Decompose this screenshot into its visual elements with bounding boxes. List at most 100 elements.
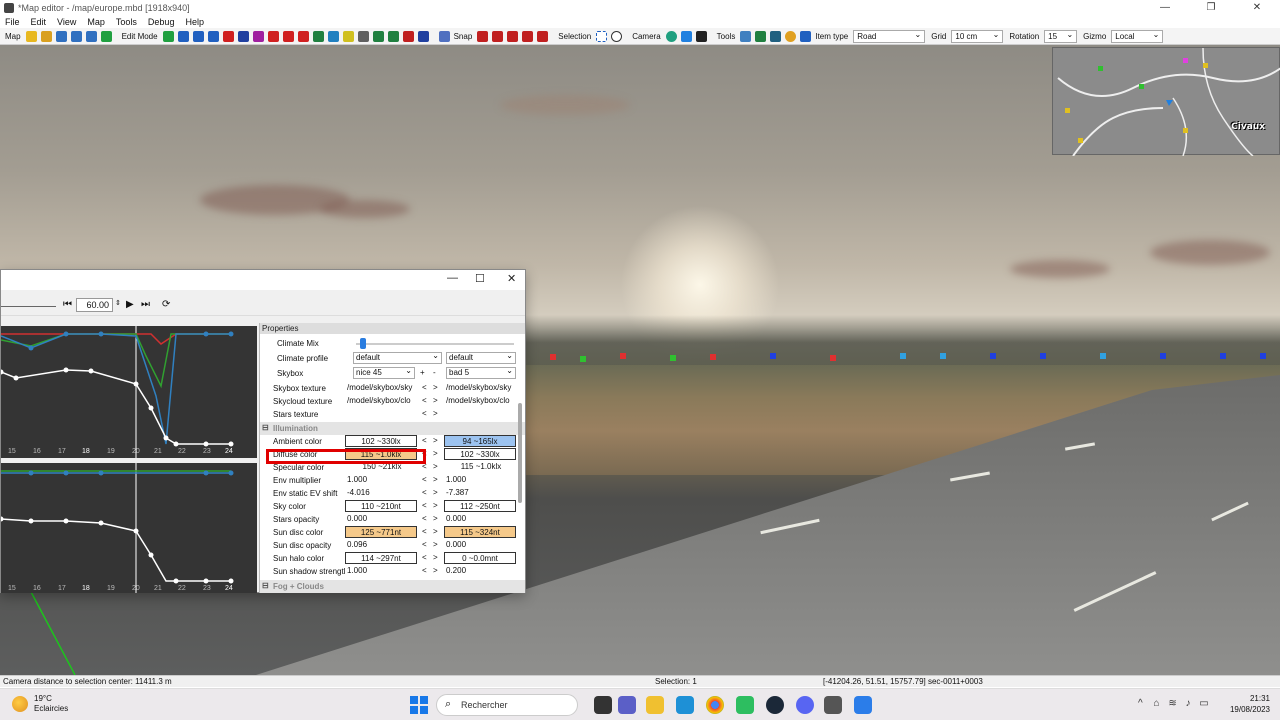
gear-icon[interactable] bbox=[770, 30, 782, 42]
map-editor-taskbar-icon[interactable] bbox=[824, 696, 842, 714]
map-marker[interactable] bbox=[770, 353, 776, 359]
bridge-icon[interactable] bbox=[387, 30, 399, 42]
snap-2-icon[interactable] bbox=[492, 30, 504, 42]
map-marker[interactable] bbox=[1160, 353, 1166, 359]
crane-icon[interactable] bbox=[417, 30, 429, 42]
sun-disc-opacity-b[interactable]: 0.000 bbox=[444, 539, 516, 551]
car-icon[interactable] bbox=[402, 30, 414, 42]
fly-icon[interactable] bbox=[680, 30, 692, 42]
panel-maximize-button[interactable]: ☐ bbox=[475, 272, 485, 285]
skybox-texture-b[interactable]: /model/skybox/sky bbox=[444, 382, 516, 394]
taskbar-search[interactable]: ⌕ Rechercher bbox=[436, 694, 578, 716]
sun-shadow-strength-a[interactable]: 1.000 bbox=[345, 565, 417, 577]
snap-5-icon[interactable] bbox=[537, 30, 549, 42]
cycle-icon[interactable] bbox=[327, 30, 339, 42]
skybox-a-select[interactable]: nice 45 bbox=[353, 366, 415, 379]
copy-left-arrow[interactable]: < bbox=[422, 501, 427, 510]
sun-disc-opacity-a[interactable]: 0.096 bbox=[345, 539, 417, 551]
orbit-icon[interactable] bbox=[665, 30, 677, 42]
play-icon[interactable] bbox=[100, 30, 112, 42]
arrow-right-icon[interactable] bbox=[177, 30, 189, 42]
sun-halo-color-a[interactable]: 114 ~297nt bbox=[345, 552, 417, 564]
illumination-section[interactable]: ⊟ Illumination bbox=[260, 422, 525, 435]
copy-left-arrow[interactable]: < bbox=[422, 488, 427, 497]
volume-icon[interactable]: ♪ bbox=[1185, 698, 1190, 709]
rotate-right-icon[interactable] bbox=[297, 30, 309, 42]
file-explorer-icon[interactable] bbox=[646, 696, 664, 714]
loop-icon[interactable]: ⟳ bbox=[162, 299, 170, 310]
climate-mix-slider-thumb[interactable] bbox=[360, 338, 366, 349]
weather-widget[interactable]: 19°C Eclaircies bbox=[12, 694, 68, 714]
copy-left-arrow[interactable]: < bbox=[422, 383, 427, 392]
menu-tools[interactable]: Tools bbox=[116, 17, 137, 27]
wifi-icon[interactable]: ≋ bbox=[1168, 698, 1176, 709]
skip-end-icon[interactable]: ⏭ bbox=[141, 299, 150, 310]
chrome-icon[interactable] bbox=[706, 696, 724, 714]
flag-icon[interactable] bbox=[267, 30, 279, 42]
map-marker[interactable] bbox=[1040, 353, 1046, 359]
curve-graph-top[interactable]: 15 16 17 18 19 20 21 22 23 24 bbox=[0, 326, 257, 458]
skybox-add-button[interactable]: + bbox=[420, 368, 425, 377]
map-marker[interactable] bbox=[1100, 353, 1106, 359]
copy-left-arrow[interactable]: < bbox=[422, 553, 427, 562]
stars-opacity-a[interactable]: 0.000 bbox=[345, 513, 417, 525]
swap-icon[interactable] bbox=[192, 30, 204, 42]
road-icon[interactable] bbox=[342, 30, 354, 42]
copy-right-arrow[interactable]: > bbox=[433, 475, 438, 484]
time-input[interactable]: 60.00 bbox=[76, 298, 113, 312]
copy-right-arrow[interactable]: > bbox=[433, 566, 438, 575]
delete-icon[interactable] bbox=[222, 30, 234, 42]
star-icon[interactable] bbox=[25, 30, 37, 42]
grid-select[interactable]: 10 cm bbox=[951, 29, 1004, 43]
copy-right-arrow[interactable]: > bbox=[433, 553, 438, 562]
map-marker[interactable] bbox=[830, 355, 836, 361]
env-static-ev-b[interactable]: -7.387 bbox=[444, 487, 516, 499]
tray-chevron-icon[interactable]: ^ bbox=[1138, 698, 1143, 709]
sign-icon[interactable] bbox=[357, 30, 369, 42]
network-icon[interactable]: ⌂ bbox=[1153, 698, 1159, 709]
rect-select-icon[interactable] bbox=[596, 30, 608, 42]
menu-edit[interactable]: Edit bbox=[31, 17, 47, 27]
copy-right-arrow[interactable]: > bbox=[433, 488, 438, 497]
teams-icon[interactable] bbox=[618, 696, 636, 714]
diffuse-color-b[interactable]: 102 ~330lx bbox=[444, 448, 516, 460]
copy-left-arrow[interactable]: < bbox=[422, 514, 427, 523]
battery-icon[interactable]: ▭ bbox=[1199, 698, 1208, 709]
copy-left-arrow[interactable]: < bbox=[422, 566, 427, 575]
climate-mix-track[interactable] bbox=[356, 343, 514, 345]
download-icon[interactable] bbox=[85, 30, 97, 42]
copy-left-arrow[interactable]: < bbox=[422, 475, 427, 484]
map-marker[interactable] bbox=[940, 353, 946, 359]
sky-color-b[interactable]: 112 ~250nt bbox=[444, 500, 516, 512]
map-marker[interactable] bbox=[620, 353, 626, 359]
env-multiplier-b[interactable]: 1.000 bbox=[444, 474, 516, 486]
sun-disc-color-b[interactable]: 115 ~324nt bbox=[444, 526, 516, 538]
sky-color-a[interactable]: 110 ~210nt bbox=[345, 500, 417, 512]
task-view-icon[interactable] bbox=[594, 696, 612, 714]
menu-file[interactable]: File bbox=[5, 17, 20, 27]
maximize-button[interactable]: ❐ bbox=[1188, 0, 1234, 15]
skycloud-texture-a[interactable]: /model/skybox/clo bbox=[345, 395, 417, 407]
collapse-icon[interactable]: ⊟ bbox=[262, 581, 269, 590]
globe-icon[interactable] bbox=[252, 30, 264, 42]
clock[interactable]: 21:31 19/08/2023 bbox=[1230, 693, 1270, 715]
sound-icon[interactable] bbox=[438, 30, 450, 42]
skycloud-texture-b[interactable]: /model/skybox/clo bbox=[444, 395, 516, 407]
help-icon[interactable] bbox=[237, 30, 249, 42]
collapse-icon[interactable]: ⊟ bbox=[262, 423, 269, 432]
skybox-b-select[interactable]: bad 5 bbox=[446, 366, 516, 379]
climate-profile-b-select[interactable]: default bbox=[446, 351, 516, 364]
add-icon[interactable] bbox=[162, 30, 174, 42]
map-marker[interactable] bbox=[900, 353, 906, 359]
sun-icon[interactable] bbox=[785, 30, 797, 42]
system-tray[interactable]: ^ ⌂ ≋ ♪ ▭ bbox=[1138, 698, 1209, 709]
menu-map[interactable]: Map bbox=[87, 17, 105, 27]
copy-right-arrow[interactable]: > bbox=[433, 436, 438, 445]
copy-left-arrow[interactable]: < bbox=[422, 540, 427, 549]
fog-clouds-section[interactable]: ⊟ Fog + Clouds bbox=[260, 580, 525, 593]
rotation-select[interactable]: 15 bbox=[1044, 29, 1078, 43]
app-icon-blue[interactable] bbox=[854, 696, 872, 714]
minimap[interactable]: Civaux bbox=[1052, 47, 1280, 157]
map-marker[interactable] bbox=[670, 355, 676, 361]
minimize-button[interactable]: — bbox=[1142, 0, 1188, 15]
